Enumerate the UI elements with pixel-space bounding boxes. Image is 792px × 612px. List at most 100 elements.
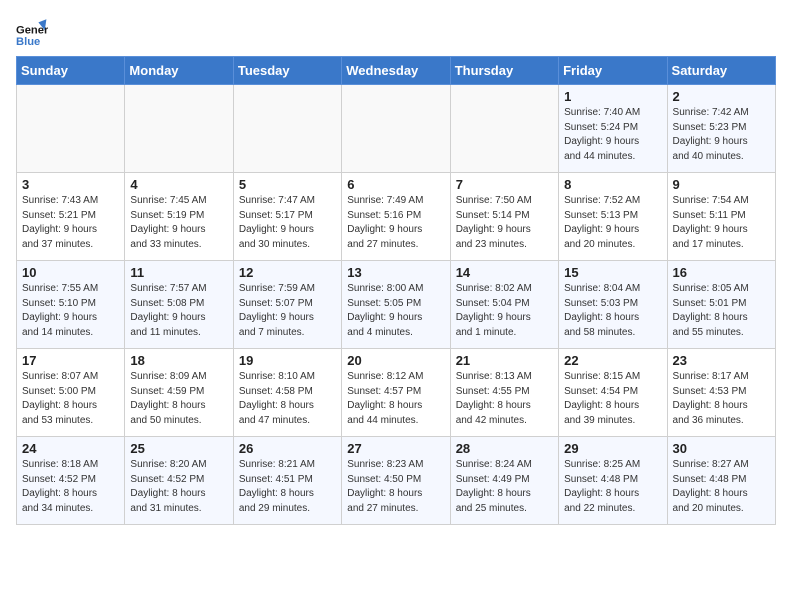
calendar-cell: 20 Sunrise: 8:12 AM Sunset: 4:57 PM Dayli… — [342, 349, 450, 437]
calendar-cell: 3 Sunrise: 7:43 AM Sunset: 5:21 PM Daylig… — [17, 173, 125, 261]
day-info: Sunrise: 8:04 AM Sunset: 5:03 PM Dayligh… — [564, 282, 661, 340]
calendar-cell: 10 Sunrise: 7:55 AM Sunset: 5:10 PM Dayli… — [17, 261, 125, 349]
day-number: 2 — [673, 89, 770, 104]
day-number: 29 — [564, 441, 661, 456]
calendar-cell: 23 Sunrise: 8:17 AM Sunset: 4:53 PM Dayli… — [667, 349, 775, 437]
calendar-cell: 8 Sunrise: 7:52 AM Sunset: 5:13 PM Daylig… — [559, 173, 667, 261]
day-number: 14 — [456, 265, 553, 280]
day-info: Sunrise: 8:12 AM Sunset: 4:57 PM Dayligh… — [347, 370, 444, 428]
day-number: 13 — [347, 265, 444, 280]
weekday-header-sunday: Sunday — [17, 57, 125, 85]
weekday-header-wednesday: Wednesday — [342, 57, 450, 85]
calendar-cell: 14 Sunrise: 8:02 AM Sunset: 5:04 PM Dayli… — [450, 261, 558, 349]
day-info: Sunrise: 7:40 AM Sunset: 5:24 PM Dayligh… — [564, 106, 661, 164]
day-number: 12 — [239, 265, 336, 280]
day-number: 17 — [22, 353, 119, 368]
day-info: Sunrise: 7:52 AM Sunset: 5:13 PM Dayligh… — [564, 194, 661, 252]
calendar-cell: 24 Sunrise: 8:18 AM Sunset: 4:52 PM Dayli… — [17, 437, 125, 525]
day-info: Sunrise: 8:13 AM Sunset: 4:55 PM Dayligh… — [456, 370, 553, 428]
day-number: 28 — [456, 441, 553, 456]
day-info: Sunrise: 8:02 AM Sunset: 5:04 PM Dayligh… — [456, 282, 553, 340]
day-number: 16 — [673, 265, 770, 280]
calendar-cell: 2 Sunrise: 7:42 AM Sunset: 5:23 PM Daylig… — [667, 85, 775, 173]
day-info: Sunrise: 7:54 AM Sunset: 5:11 PM Dayligh… — [673, 194, 770, 252]
calendar-cell — [125, 85, 233, 173]
day-number: 30 — [673, 441, 770, 456]
day-info: Sunrise: 7:42 AM Sunset: 5:23 PM Dayligh… — [673, 106, 770, 164]
calendar-cell: 27 Sunrise: 8:23 AM Sunset: 4:50 PM Dayli… — [342, 437, 450, 525]
day-info: Sunrise: 7:50 AM Sunset: 5:14 PM Dayligh… — [456, 194, 553, 252]
calendar-cell — [450, 85, 558, 173]
calendar-cell: 19Sunrise: 8:10 AM Sunset: 4:58 PM Dayli… — [233, 349, 341, 437]
calendar-cell: 6 Sunrise: 7:49 AM Sunset: 5:16 PM Daylig… — [342, 173, 450, 261]
day-info: Sunrise: 7:59 AM Sunset: 5:07 PM Dayligh… — [239, 282, 336, 340]
weekday-header-thursday: Thursday — [450, 57, 558, 85]
day-info: Sunrise: 8:23 AM Sunset: 4:50 PM Dayligh… — [347, 458, 444, 516]
day-info: Sunrise: 8:15 AM Sunset: 4:54 PM Dayligh… — [564, 370, 661, 428]
calendar-cell: 22 Sunrise: 8:15 AM Sunset: 4:54 PM Dayli… — [559, 349, 667, 437]
calendar-cell: 15 Sunrise: 8:04 AM Sunset: 5:03 PM Dayli… — [559, 261, 667, 349]
day-info: Sunrise: 7:49 AM Sunset: 5:16 PM Dayligh… — [347, 194, 444, 252]
day-info: Sunrise: 8:07 AM Sunset: 5:00 PM Dayligh… — [22, 370, 119, 428]
day-number: 4 — [130, 177, 227, 192]
calendar-cell: 29Sunrise: 8:25 AM Sunset: 4:48 PM Dayli… — [559, 437, 667, 525]
calendar-cell: 28 Sunrise: 8:24 AM Sunset: 4:49 PM Dayli… — [450, 437, 558, 525]
day-number: 9 — [673, 177, 770, 192]
calendar-cell: 7 Sunrise: 7:50 AM Sunset: 5:14 PM Daylig… — [450, 173, 558, 261]
day-number: 5 — [239, 177, 336, 192]
day-number: 18 — [130, 353, 227, 368]
day-info: Sunrise: 8:24 AM Sunset: 4:49 PM Dayligh… — [456, 458, 553, 516]
page-header: General Blue — [16, 16, 776, 48]
calendar-cell: 26 Sunrise: 8:21 AM Sunset: 4:51 PM Dayli… — [233, 437, 341, 525]
calendar-cell: 21 Sunrise: 8:13 AM Sunset: 4:55 PM Dayli… — [450, 349, 558, 437]
weekday-header-saturday: Saturday — [667, 57, 775, 85]
calendar-cell: 4 Sunrise: 7:45 AM Sunset: 5:19 PM Daylig… — [125, 173, 233, 261]
calendar-cell: 11 Sunrise: 7:57 AM Sunset: 5:08 PM Dayli… — [125, 261, 233, 349]
day-number: 27 — [347, 441, 444, 456]
day-number: 25 — [130, 441, 227, 456]
day-number: 24 — [22, 441, 119, 456]
weekday-header-tuesday: Tuesday — [233, 57, 341, 85]
day-number: 7 — [456, 177, 553, 192]
calendar-table: SundayMondayTuesdayWednesdayThursdayFrid… — [16, 56, 776, 525]
calendar-cell — [342, 85, 450, 173]
day-info: Sunrise: 7:57 AM Sunset: 5:08 PM Dayligh… — [130, 282, 227, 340]
weekday-header-monday: Monday — [125, 57, 233, 85]
day-info: Sunrise: 7:55 AM Sunset: 5:10 PM Dayligh… — [22, 282, 119, 340]
calendar-cell: 1 Sunrise: 7:40 AM Sunset: 5:24 PM Daylig… — [559, 85, 667, 173]
calendar-cell: 30 Sunrise: 8:27 AM Sunset: 4:48 PM Dayli… — [667, 437, 775, 525]
day-info: Sunrise: 8:20 AM Sunset: 4:52 PM Dayligh… — [130, 458, 227, 516]
day-number: 23 — [673, 353, 770, 368]
calendar-cell: 25 Sunrise: 8:20 AM Sunset: 4:52 PM Dayli… — [125, 437, 233, 525]
day-number: 22 — [564, 353, 661, 368]
day-number: 1 — [564, 89, 661, 104]
day-number: 19 — [239, 353, 336, 368]
day-info: Sunrise: 7:43 AM Sunset: 5:21 PM Dayligh… — [22, 194, 119, 252]
day-info: Sunrise: 8:17 AM Sunset: 4:53 PM Dayligh… — [673, 370, 770, 428]
day-number: 10 — [22, 265, 119, 280]
day-info: Sunrise: 8:27 AM Sunset: 4:48 PM Dayligh… — [673, 458, 770, 516]
day-number: 15 — [564, 265, 661, 280]
calendar-cell: 5 Sunrise: 7:47 AM Sunset: 5:17 PM Daylig… — [233, 173, 341, 261]
calendar-cell: 9 Sunrise: 7:54 AM Sunset: 5:11 PM Daylig… — [667, 173, 775, 261]
day-info: Sunrise: 8:05 AM Sunset: 5:01 PM Dayligh… — [673, 282, 770, 340]
day-number: 20 — [347, 353, 444, 368]
day-number: 6 — [347, 177, 444, 192]
day-number: 21 — [456, 353, 553, 368]
calendar-cell: 17 Sunrise: 8:07 AM Sunset: 5:00 PM Dayli… — [17, 349, 125, 437]
logo-icon: General Blue — [16, 16, 48, 48]
day-number: 11 — [130, 265, 227, 280]
day-number: 26 — [239, 441, 336, 456]
day-number: 8 — [564, 177, 661, 192]
calendar-cell: 16 Sunrise: 8:05 AM Sunset: 5:01 PM Dayli… — [667, 261, 775, 349]
day-info: Sunrise: 7:47 AM Sunset: 5:17 PM Dayligh… — [239, 194, 336, 252]
day-info: Sunrise: 7:45 AM Sunset: 5:19 PM Dayligh… — [130, 194, 227, 252]
day-number: 3 — [22, 177, 119, 192]
day-info: Sunrise: 8:00 AM Sunset: 5:05 PM Dayligh… — [347, 282, 444, 340]
day-info: Sunrise: 8:18 AM Sunset: 4:52 PM Dayligh… — [22, 458, 119, 516]
logo: General Blue — [16, 16, 48, 48]
day-info: Sunrise: 8:21 AM Sunset: 4:51 PM Dayligh… — [239, 458, 336, 516]
calendar-cell: 18Sunrise: 8:09 AM Sunset: 4:59 PM Dayli… — [125, 349, 233, 437]
calendar-cell — [17, 85, 125, 173]
svg-text:Blue: Blue — [16, 36, 40, 48]
